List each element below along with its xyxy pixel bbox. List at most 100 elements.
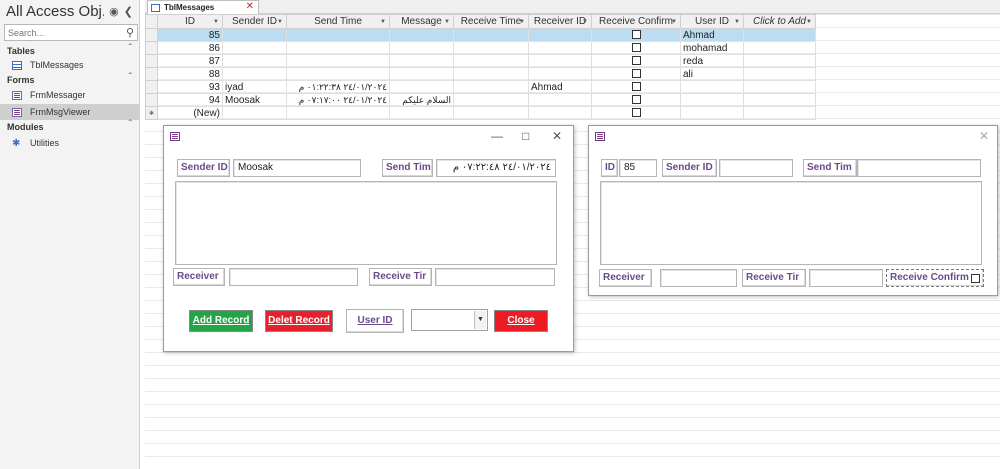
nav-group-tables[interactable]: Tables ˆ [0,43,140,58]
id-field[interactable]: 85 [619,159,657,177]
nav-menu-icon[interactable]: ◉ [109,5,119,18]
close-icon[interactable]: ✕ [552,129,562,143]
cell-receiver[interactable] [528,93,592,107]
cell-receiver[interactable] [528,28,592,42]
nav-group-forms[interactable]: Forms ˆ [0,72,140,87]
cell-user[interactable] [680,93,744,107]
nav-title[interactable]: All Access Obj... [6,3,104,20]
cell-receive-time[interactable] [453,28,529,42]
cell-id[interactable]: 86 [157,41,223,55]
cell-user[interactable]: reda [680,54,744,68]
table-row[interactable]: 86 mohamad [145,41,816,55]
minimize-icon[interactable]: — [491,129,503,143]
cell-confirm[interactable] [591,54,681,68]
cell-empty[interactable] [743,106,816,120]
cell-receive-time[interactable] [453,54,529,68]
cell-sender[interactable] [222,67,287,81]
cell-confirm[interactable] [591,41,681,55]
delete-record-button[interactable]: Delet Record [265,310,333,332]
user-id-combo[interactable]: ▼ [411,309,488,331]
nav-group-modules[interactable]: Modules ˆ [0,119,140,134]
nav-item-utilities[interactable]: ✱ Utilities [0,135,140,151]
column-header-id[interactable]: ID ▼ [157,14,223,29]
checkbox[interactable] [631,69,641,79]
cell-send-time[interactable] [286,41,390,55]
cell-sender[interactable] [222,54,287,68]
cell-sender[interactable]: iyad [222,80,287,94]
cell-empty[interactable] [743,93,816,107]
cell-empty[interactable] [743,80,816,94]
new-record-row[interactable]: ✱ (New) [145,106,816,120]
cell-receiver[interactable] [528,67,592,81]
sender-id-field[interactable]: Moosak [233,159,361,177]
close-icon[interactable]: ✕ [246,1,254,12]
collapse-pane-icon[interactable]: ❮ [124,5,133,18]
cell-receive-time[interactable] [453,41,529,55]
add-record-button[interactable]: Add Record [189,310,253,332]
cell-message[interactable] [389,80,454,94]
cell-empty[interactable] [743,28,816,42]
search-icon[interactable]: ⚲ [126,26,134,39]
chevron-down-icon[interactable]: ▼ [474,311,486,329]
nav-item-tblmessages[interactable]: TblMessages [0,57,140,73]
cell-empty[interactable] [222,106,287,120]
checkbox[interactable] [631,95,641,105]
cell-empty[interactable] [389,106,454,120]
select-all-cell[interactable] [145,14,158,29]
cell-sender[interactable] [222,41,287,55]
cell-user[interactable]: Ahmad [680,28,744,42]
receive-confirm-checkbox[interactable] [971,274,980,283]
table-row[interactable]: 88 ali [145,67,816,81]
cell-user[interactable] [680,80,744,94]
search-input[interactable] [5,25,115,40]
cell-empty[interactable] [453,106,529,120]
send-time-field[interactable]: ٢٤/٠١/٢٠٢٤ ٠٧:٢٢:٤٨ م [436,159,556,177]
cell-receiver[interactable] [528,41,592,55]
column-header-user-id[interactable]: User ID ▼ [680,14,744,29]
cell-send-time[interactable] [286,28,390,42]
cell-confirm[interactable] [591,106,681,120]
cell-id[interactable]: 88 [157,67,223,81]
cell-message[interactable] [389,41,454,55]
record-selector[interactable] [145,93,158,107]
table-row[interactable]: 85 Ahmad [145,28,816,42]
cell-user[interactable]: ali [680,67,744,81]
cell-id[interactable]: 94 [157,93,223,107]
cell-receive-time[interactable] [453,67,529,81]
cell-receiver[interactable] [528,54,592,68]
sender-id-field[interactable] [719,159,793,177]
cell-empty[interactable] [743,67,816,81]
message-memo-field[interactable] [600,181,982,265]
cell-confirm[interactable] [591,80,681,94]
cell-id[interactable]: 85 [157,28,223,42]
nav-item-frmmessager[interactable]: FrmMessager [0,87,140,103]
receiver-field[interactable] [229,268,358,286]
close-button[interactable]: Close [494,310,548,332]
cell-confirm[interactable] [591,28,681,42]
cell-receiver[interactable]: Ahmad [528,80,592,94]
tab-tblmessages[interactable]: TblMessages ✕ [147,0,259,14]
checkbox[interactable] [631,108,641,118]
cell-sender[interactable]: Moosak [222,93,287,107]
record-selector[interactable] [145,80,158,94]
checkbox[interactable] [631,56,641,66]
cell-empty[interactable] [286,106,390,120]
column-header-click-to-add[interactable]: Click to Add ▼ [743,14,816,29]
cell-message[interactable] [389,54,454,68]
record-selector[interactable] [145,67,158,81]
cell-confirm[interactable] [591,93,681,107]
record-selector[interactable] [145,41,158,55]
column-header-receive-time[interactable]: Receive Time ▼ [453,14,529,29]
cell-message[interactable] [389,28,454,42]
column-header-sender-id[interactable]: Sender ID ▼ [222,14,287,29]
record-selector[interactable] [145,28,158,42]
checkbox[interactable] [631,82,641,92]
cell-user[interactable]: mohamad [680,41,744,55]
checkbox[interactable] [631,43,641,53]
column-header-receive-confirm[interactable]: Receive Confirm ▼ [591,14,681,29]
table-row[interactable]: 87 reda [145,54,816,68]
cell-empty[interactable] [528,106,592,120]
cell-empty[interactable] [743,41,816,55]
column-header-message[interactable]: Message ▼ [389,14,454,29]
column-header-receiver-id[interactable]: Receiver ID ▼ [528,14,592,29]
